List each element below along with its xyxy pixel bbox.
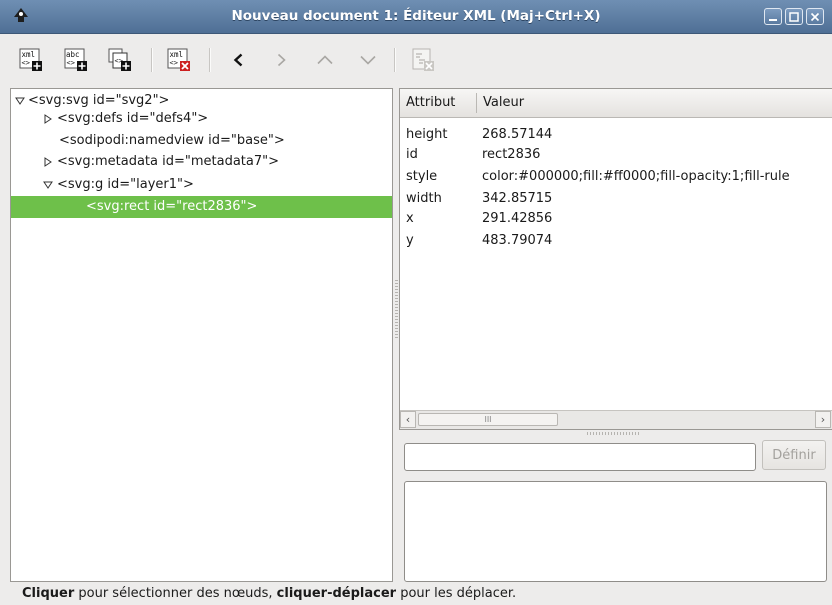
svg-text:<>: <> [170,59,178,67]
attribute-row[interactable]: x 291.42856 [400,210,832,228]
attribute-value: 342.85715 [482,191,553,206]
tree-node-rect2836[interactable]: <svg:rect id="rect2836"> [11,196,392,218]
svg-text:xml: xml [22,50,36,59]
scroll-left-icon[interactable]: ‹ [400,411,416,428]
svg-text:abc: abc [66,50,80,59]
tree-node-label: <svg:rect id="rect2836"> [86,199,258,214]
attribute-value: 291.42856 [482,211,553,226]
tree-node-namedview[interactable]: <sodipodi:namedview id="base"> [11,130,392,152]
attribute-row[interactable]: height 268.57144 [400,126,832,144]
attribute-value-textarea[interactable] [404,481,827,582]
column-header-value[interactable]: Valeur [483,89,524,117]
status-bold-drag: cliquer-déplacer [276,586,397,601]
attribute-row[interactable]: id rect2836 [400,146,832,164]
toolbar-separator [394,48,396,72]
window-title: Nouveau document 1: Éditeur XML (Maj+Ctr… [231,8,601,24]
tree-node-label: <sodipodi:namedview id="base"> [59,133,285,148]
attribute-table[interactable]: Attribut Valeur height 268.57144 id rect… [399,88,832,430]
pane-splitter-handle[interactable] [587,432,641,435]
toolbar-separator [209,48,211,72]
attribute-row[interactable]: width 342.85715 [400,190,832,208]
delete-attribute-icon[interactable] [411,47,435,73]
delete-node-icon[interactable]: xml <> [167,47,191,73]
close-icon[interactable] [806,8,824,25]
tree-node-layer1[interactable]: <svg:g id="layer1"> [11,174,392,196]
toolbar-separator [151,48,153,72]
lower-node-icon[interactable] [356,47,380,73]
new-element-node-icon[interactable]: xml <> [19,47,43,73]
attribute-table-header: Attribut Valeur [400,89,832,118]
scrollbar-thumb[interactable]: III [418,413,558,426]
svg-text:<>: <> [67,59,75,67]
attribute-value: color:#000000;fill:#ff0000;fill-opacity:… [482,169,790,184]
indent-node-icon[interactable] [269,47,293,73]
attribute-key: height [406,127,448,142]
horizontal-scrollbar[interactable]: ‹ III › [400,410,832,429]
status-text: pour sélectionner des nœuds, [74,586,277,601]
attribute-value: 268.57144 [482,127,553,142]
tree-node-label: <svg:metadata id="metadata7"> [57,154,280,169]
attribute-key: id [406,147,418,162]
minimize-icon[interactable] [764,8,782,25]
attribute-row[interactable]: style color:#000000;fill:#ff0000;fill-op… [400,168,832,186]
raise-node-icon[interactable] [313,47,337,73]
scroll-right-icon[interactable]: › [815,411,831,428]
attribute-key: x [406,211,414,226]
attribute-key: y [406,233,414,248]
scrollbar-grip: III [484,415,492,424]
column-header-attribute[interactable]: Attribut [406,89,455,117]
maximize-icon[interactable] [785,8,803,25]
attribute-key: style [406,169,438,184]
duplicate-node-icon[interactable]: <> [108,47,132,73]
collapsed-triangle-icon[interactable] [42,151,54,173]
collapsed-triangle-icon[interactable] [42,108,54,130]
set-attribute-button[interactable]: Définir [762,440,826,470]
tree-node-label: <svg:defs id="defs4"> [57,111,209,126]
expanded-triangle-icon[interactable] [42,174,54,196]
attribute-value: rect2836 [482,147,541,162]
column-divider[interactable] [476,93,477,113]
xml-node-tree[interactable]: <svg:svg id="svg2"> <svg:defs id="defs4"… [10,88,393,582]
tree-node-defs[interactable]: <svg:defs id="defs4"> [11,108,392,130]
status-bar: Cliquer pour sélectionner des nœuds, cli… [22,584,516,604]
new-text-node-icon[interactable]: abc <> [64,47,88,73]
attribute-value: 483.79074 [482,233,553,248]
unindent-node-icon[interactable] [227,47,251,73]
status-text: pour les déplacer. [396,586,517,601]
pane-splitter-handle[interactable] [395,280,398,340]
status-bold-click: Cliquer [22,586,75,601]
attribute-row[interactable]: y 483.79074 [400,232,832,250]
svg-text:xml: xml [170,50,184,59]
tree-node-label: <svg:g id="layer1"> [57,177,194,192]
xml-toolbar: xml <> abc <> <> xml <> [0,34,832,86]
title-bar[interactable]: Nouveau document 1: Éditeur XML (Maj+Ctr… [0,0,832,34]
attribute-value-input[interactable] [404,443,756,471]
svg-text:<>: <> [22,59,30,67]
tree-node-metadata[interactable]: <svg:metadata id="metadata7"> [11,151,392,173]
attribute-key: width [406,191,442,206]
